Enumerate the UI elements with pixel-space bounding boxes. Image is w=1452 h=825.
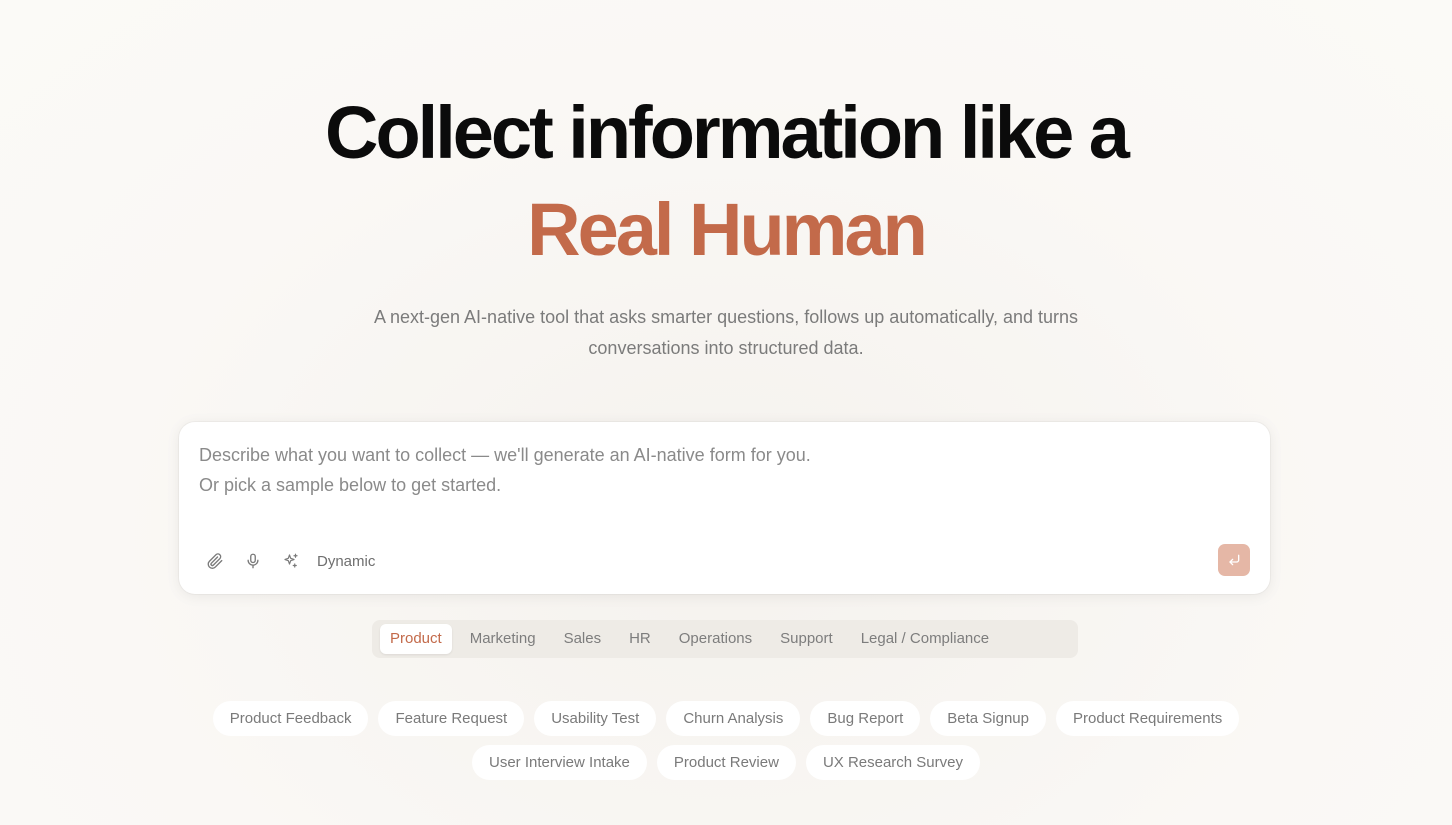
- sample-chip-churn-analysis[interactable]: Churn Analysis: [666, 701, 801, 736]
- prompt-input[interactable]: Describe what you want to collect — we'l…: [199, 440, 1099, 500]
- tab-legal-compliance[interactable]: Legal / Compliance: [851, 624, 999, 654]
- sample-chip-usability-test[interactable]: Usability Test: [534, 701, 657, 736]
- landing-page: Collect information like a Real Human A …: [0, 0, 1452, 825]
- prompt-composer[interactable]: Describe what you want to collect — we'l…: [179, 422, 1270, 594]
- enter-icon: [1229, 554, 1240, 566]
- tab-sales[interactable]: Sales: [554, 624, 612, 654]
- hero-subtitle: A next-gen AI-native tool that asks smar…: [326, 302, 1126, 364]
- sample-chip-user-interview-intake[interactable]: User Interview Intake: [472, 745, 647, 780]
- category-tabs: Product Marketing Sales HR Operations Su…: [372, 620, 1078, 658]
- prompt-placeholder-line1: Describe what you want to collect — we'l…: [199, 445, 811, 465]
- mode-toggle-dynamic[interactable]: Dynamic: [317, 553, 375, 570]
- hero-title-highlight: Real Human: [527, 188, 928, 271]
- tab-hr[interactable]: HR: [619, 624, 661, 654]
- composer-toolbar: Dynamic: [203, 549, 375, 573]
- sample-chip-product-requirements[interactable]: Product Requirements: [1056, 701, 1240, 736]
- hero-subtitle-line2: conversations into structured data.: [588, 338, 864, 358]
- sample-chip-product-feedback[interactable]: Product Feedback: [212, 701, 369, 736]
- tab-operations[interactable]: Operations: [669, 624, 762, 654]
- sample-chip-feature-request[interactable]: Feature Request: [378, 701, 525, 736]
- hero-title-line1: Collect information like a: [325, 91, 1130, 174]
- microphone-icon[interactable]: [241, 549, 265, 573]
- sample-chip-product-review[interactable]: Product Review: [656, 745, 796, 780]
- tab-product[interactable]: Product: [380, 624, 452, 654]
- paperclip-icon[interactable]: [203, 549, 227, 573]
- sample-chip-ux-research-survey[interactable]: UX Research Survey: [805, 745, 980, 780]
- sample-chips-row-1: Product Feedback Feature Request Usabili…: [0, 701, 1452, 736]
- tab-marketing[interactable]: Marketing: [460, 624, 546, 654]
- send-button[interactable]: [1218, 544, 1250, 576]
- sparkles-icon[interactable]: [279, 549, 303, 573]
- sample-chip-beta-signup[interactable]: Beta Signup: [930, 701, 1046, 736]
- sample-chips-row-2: User Interview Intake Product Review UX …: [0, 745, 1452, 780]
- prompt-placeholder-line2: Or pick a sample below to get started.: [199, 475, 502, 495]
- hero-subtitle-line1: A next-gen AI-native tool that asks smar…: [373, 307, 1079, 327]
- tab-support[interactable]: Support: [770, 624, 843, 654]
- sample-chip-bug-report[interactable]: Bug Report: [810, 701, 921, 736]
